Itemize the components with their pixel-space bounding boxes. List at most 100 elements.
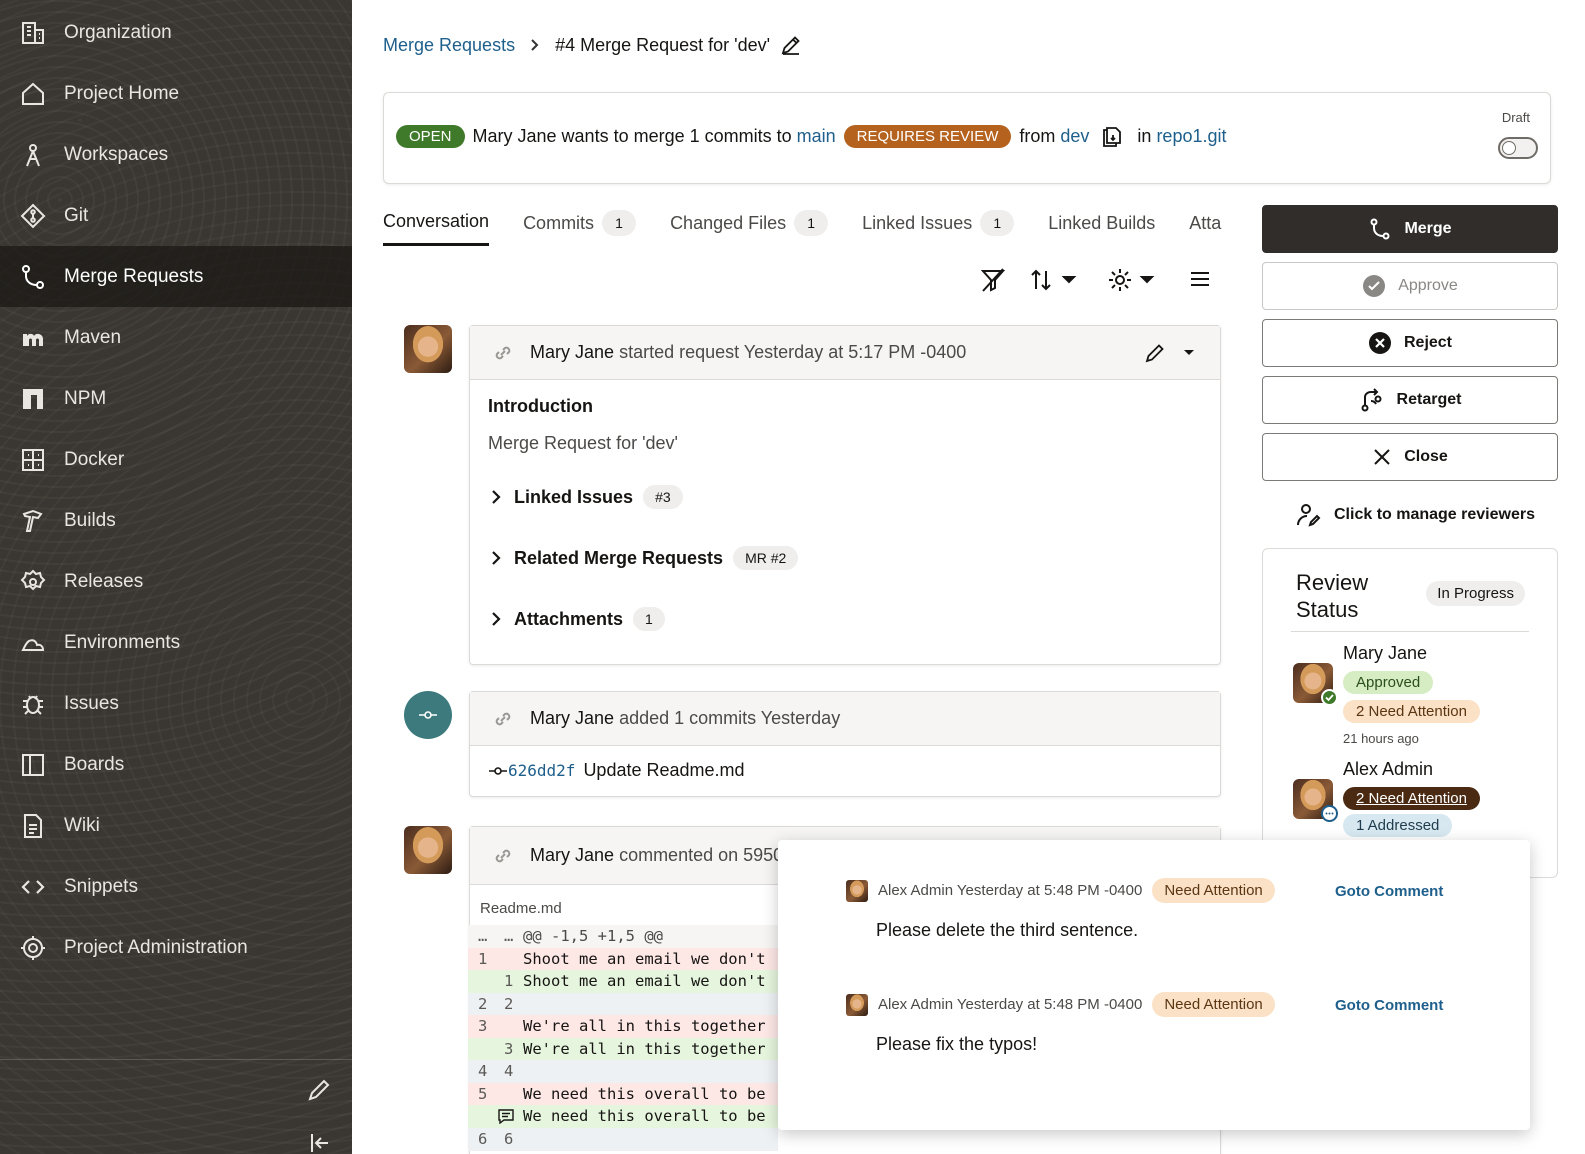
sidebar-item-project-administration[interactable]: Project Administration xyxy=(0,917,352,978)
edit-description-icon[interactable] xyxy=(1144,342,1166,364)
comment-icon[interactable] xyxy=(498,1109,514,1124)
reject-button[interactable]: Reject xyxy=(1262,319,1558,367)
sidebar-item-wiki[interactable]: Wiki xyxy=(0,795,352,856)
git-icon xyxy=(16,199,50,233)
new-line-number: 2 xyxy=(504,994,514,1013)
diff-line: 3 We're all in this together xyxy=(468,1037,778,1061)
pencil-icon[interactable] xyxy=(306,1077,336,1107)
permalink-icon[interactable] xyxy=(492,342,514,364)
tab-commits[interactable]: Commits 1 xyxy=(523,200,637,246)
old-line-number: 4 xyxy=(478,1062,488,1080)
tab-count: 1 xyxy=(980,210,1015,236)
sort-icon[interactable] xyxy=(1030,267,1080,293)
request-card: Mary Jane started request Yesterday at 5… xyxy=(469,325,1221,665)
settings-gear-icon[interactable] xyxy=(1108,267,1158,293)
sidebar-item-docker[interactable]: Docker xyxy=(0,429,352,490)
sidebar-item-environments[interactable]: Environments xyxy=(0,612,352,673)
old-line-number: 3 xyxy=(478,1017,488,1035)
repo-link[interactable]: repo1.git xyxy=(1156,126,1226,147)
tab-linked-builds[interactable]: Linked Builds xyxy=(1048,200,1155,246)
sidebar-item-label: Project Home xyxy=(64,82,180,104)
commit-message: Update Readme.md xyxy=(583,760,745,780)
commit-action: added 1 commits Yesterday xyxy=(619,708,841,728)
need-attention-badge: 2 Need Attention xyxy=(1343,700,1480,723)
commit-author: Mary Jane xyxy=(530,708,615,728)
linked-issues-section[interactable]: Linked Issues #3 xyxy=(490,485,683,509)
sidebar-item-git[interactable]: Git xyxy=(0,185,352,246)
sidebar-item-boards[interactable]: Boards xyxy=(0,734,352,795)
sidebar-item-label: Wiki xyxy=(64,814,100,836)
diff-line: 66 xyxy=(468,1127,778,1151)
new-line-number: … xyxy=(504,927,514,945)
draft-label: Draft xyxy=(1501,110,1530,125)
sidebar-item-label: Builds xyxy=(64,509,116,531)
need-attention-badge: Need Attention xyxy=(1152,878,1275,903)
close-button[interactable]: Close xyxy=(1262,433,1558,481)
sidebar-item-snippets[interactable]: Snippets xyxy=(0,856,352,917)
sidebar-item-label: Workspaces xyxy=(64,143,169,165)
copy-branch-icon[interactable] xyxy=(1101,126,1123,148)
target-branch-link[interactable]: main xyxy=(797,126,836,147)
sidebar-item-label: Merge Requests xyxy=(64,265,204,287)
code-icon xyxy=(16,870,50,904)
sidebar-item-organization[interactable]: Organization xyxy=(0,2,352,63)
maven-icon xyxy=(16,321,50,355)
popup-comment-text: Please fix the typos! xyxy=(876,1034,1038,1054)
related-merge-requests-section[interactable]: Related Merge Requests MR #2 xyxy=(490,546,799,570)
attachments-section[interactable]: Attachments 1 xyxy=(490,607,665,631)
old-line-number: … xyxy=(478,927,488,945)
source-branch-link[interactable]: dev xyxy=(1060,126,1089,147)
breadcrumb-merge-requests-link[interactable]: Merge Requests xyxy=(383,35,515,56)
permalink-icon[interactable] xyxy=(492,845,514,867)
need-attention-badge-link[interactable]: 2 Need Attention xyxy=(1343,787,1480,810)
review-time: 21 hours ago xyxy=(1343,731,1419,746)
request-action: started request Yesterday at 5:17 PM -04… xyxy=(619,342,967,362)
tab-linked-issues[interactable]: Linked Issues 1 xyxy=(862,200,1015,246)
approved-check-icon xyxy=(1321,689,1338,706)
manage-reviewers-link[interactable]: Click to manage reviewers xyxy=(1296,502,1535,528)
goto-comment-link[interactable]: Goto Comment xyxy=(1335,997,1443,1014)
related-mr-pill[interactable]: MR #2 xyxy=(733,546,799,570)
diff-code: Shoot me an email we don't xyxy=(523,949,766,968)
retarget-button[interactable]: Retarget xyxy=(1262,376,1558,424)
tab-attachments[interactable]: Atta xyxy=(1189,200,1221,246)
sidebar-item-npm[interactable]: NPM xyxy=(0,368,352,429)
approve-button[interactable]: Approve xyxy=(1262,262,1558,310)
caret-down-icon[interactable] xyxy=(1182,348,1196,358)
tab-conversation[interactable]: Conversation xyxy=(383,200,490,246)
comment-action: commented on 5950 xyxy=(619,845,784,865)
in-label: in xyxy=(1137,126,1152,146)
old-line-number: 5 xyxy=(478,1084,488,1103)
avatar-mary-jane xyxy=(404,826,452,874)
sidebar-item-workspaces[interactable]: Workspaces xyxy=(0,124,352,185)
sidebar-item-label: Docker xyxy=(64,448,125,470)
review-status-badge: In Progress xyxy=(1426,581,1525,606)
introduction-text: Merge Request for 'dev' xyxy=(488,433,678,453)
commit-hash-link[interactable]: 626dd2f xyxy=(508,761,575,780)
chevron-right-icon xyxy=(529,38,541,52)
sidebar-item-project-home[interactable]: Project Home xyxy=(0,63,352,124)
tab-bar: Conversation Commits 1 Changed Files 1 Lin… xyxy=(383,200,1228,250)
sidebar-item-issues[interactable]: Issues xyxy=(0,673,352,734)
draft-toggle[interactable] xyxy=(1498,137,1538,159)
avatar-alex-admin xyxy=(846,879,868,902)
tab-changed-files[interactable]: Changed Files 1 xyxy=(670,200,829,246)
avatar-mary-jane xyxy=(404,325,452,373)
docker-icon xyxy=(16,443,50,477)
merge-button[interactable]: Merge xyxy=(1262,205,1558,253)
linked-issues-pill[interactable]: #3 xyxy=(643,485,683,509)
sidebar-item-merge-requests[interactable]: Merge Requests xyxy=(0,246,352,307)
goto-comment-link[interactable]: Goto Comment xyxy=(1335,883,1443,900)
clear-filter-icon[interactable] xyxy=(980,267,1006,293)
sidebar-item-label: Environments xyxy=(64,631,181,653)
sidebar-item-builds[interactable]: Builds xyxy=(0,490,352,551)
new-line-number: 3 xyxy=(504,1039,514,1058)
sidebar-item-maven[interactable]: Maven xyxy=(0,307,352,368)
permalink-icon[interactable] xyxy=(492,708,514,730)
collapse-icon[interactable] xyxy=(306,1130,336,1154)
diff-line: 5 We need this overall to be xyxy=(468,1082,778,1106)
menu-icon[interactable] xyxy=(1188,267,1212,291)
breadcrumb: Merge Requests #4 Merge Request for 'dev… xyxy=(383,30,802,60)
edit-title-pencil-icon[interactable] xyxy=(780,34,802,56)
sidebar-item-releases[interactable]: Releases xyxy=(0,551,352,612)
